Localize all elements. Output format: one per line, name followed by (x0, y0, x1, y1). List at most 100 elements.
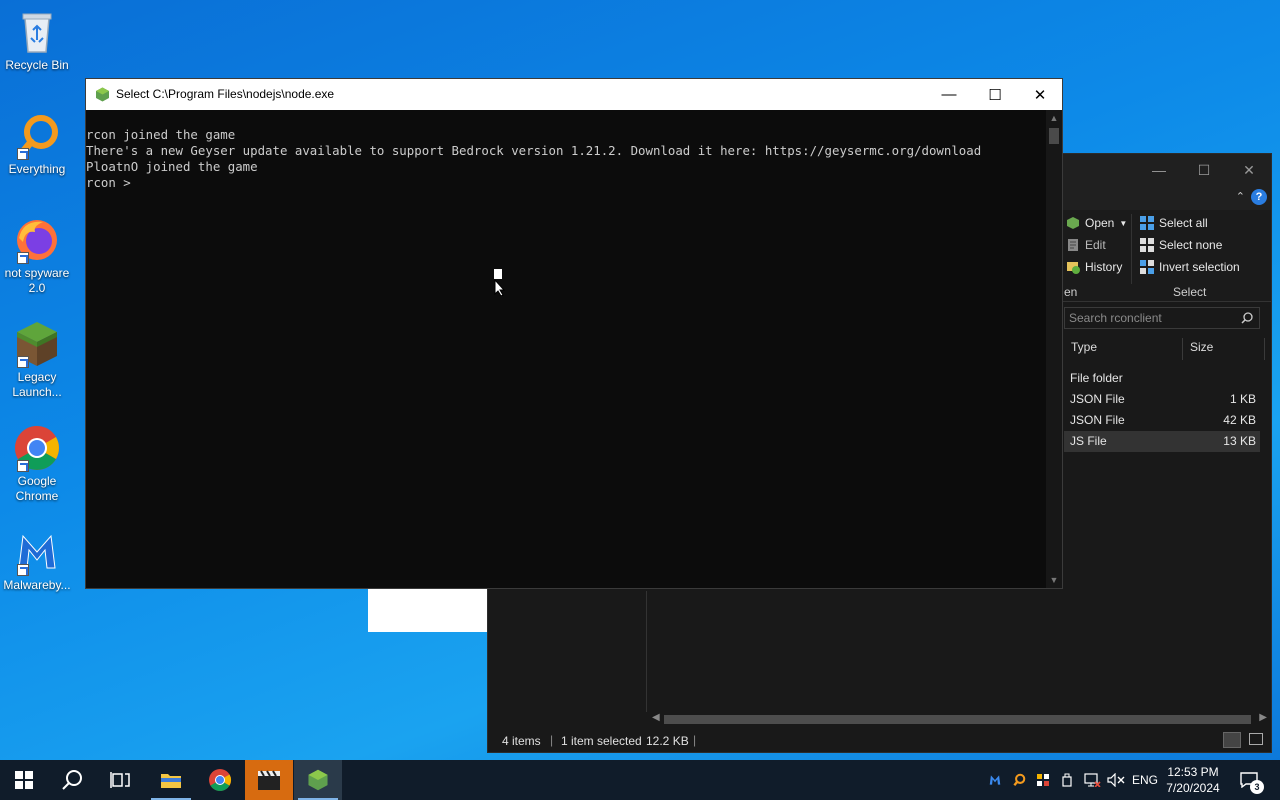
collapse-ribbon-chevron-icon[interactable]: ⌃ (1236, 190, 1245, 203)
search-input[interactable]: Search rconclient (1064, 307, 1260, 329)
close-icon[interactable]: ✕ (1226, 154, 1272, 186)
clapperboard-icon (258, 770, 280, 790)
console-prompt: rcon > (86, 175, 139, 190)
desktop-icon-recycle-bin[interactable]: Recycle Bin (2, 8, 72, 73)
edit-label: Edit (1085, 238, 1106, 252)
file-row-selected[interactable]: JS File 13 KB (1064, 431, 1260, 452)
large-icons-view-icon[interactable] (1249, 733, 1263, 745)
open-button[interactable]: Open ▼ (1066, 216, 1127, 230)
node-console-window[interactable]: Select C:\Program Files\nodejs\node.exe … (85, 78, 1063, 589)
background-window-fragment (368, 588, 488, 632)
minimize-icon[interactable]: — (926, 79, 972, 110)
minecraft-grass-block-icon (13, 320, 61, 368)
column-header-size[interactable]: Size (1190, 340, 1213, 360)
search-icon (1241, 312, 1253, 324)
file-row[interactable]: JSON File 42 KB (1064, 410, 1260, 431)
scrollbar-thumb[interactable] (664, 715, 1251, 724)
scroll-left-icon[interactable]: ◀ (652, 712, 660, 723)
maximize-icon[interactable]: ☐ (972, 79, 1018, 110)
file-type: File folder (1070, 371, 1123, 385)
history-button[interactable]: History (1066, 260, 1122, 274)
column-divider[interactable] (1264, 338, 1265, 360)
shortcut-arrow-icon (17, 148, 29, 160)
usb-tray-icon[interactable] (1058, 760, 1076, 800)
desktop-icon-everything[interactable]: Everything (2, 112, 72, 177)
file-size: 42 KB (1223, 413, 1256, 427)
file-type: JSON File (1070, 413, 1125, 427)
desktop-icon-firefox[interactable]: not spyware 2.0 (2, 216, 72, 296)
desktop-icon-label: Recycle Bin (5, 58, 69, 72)
clock[interactable]: 12:53 PM 7/20/2024 (1158, 764, 1228, 796)
desktop-icon-label: Legacy Launch... (12, 370, 62, 399)
chrome-icon (13, 424, 61, 472)
input-language[interactable]: ENG (1130, 760, 1160, 800)
taskbar-chrome[interactable] (196, 760, 244, 800)
console-vertical-scrollbar[interactable]: ▲ ▼ (1046, 110, 1062, 588)
desktop-icon-malwarebytes[interactable]: Malwareby... (2, 528, 72, 593)
dropdown-arrow-icon: ▼ (1119, 218, 1128, 228)
notification-center-button[interactable]: 3 (1234, 760, 1264, 800)
nodejs-icon (308, 769, 328, 791)
notification-count-badge: 3 (1250, 780, 1264, 794)
taskbar-clapperboard-app[interactable] (245, 760, 293, 800)
select-all-label: Select all (1159, 216, 1208, 230)
shortcut-arrow-icon (17, 252, 29, 264)
invert-selection-button[interactable]: Invert selection (1140, 260, 1240, 274)
shortcut-arrow-icon (17, 564, 29, 576)
file-row[interactable]: JSON File 1 KB (1064, 389, 1260, 410)
windows-logo-icon (15, 771, 33, 789)
task-view-button[interactable] (96, 760, 144, 800)
volume-muted-icon[interactable] (1106, 760, 1126, 800)
scroll-up-icon[interactable]: ▲ (1046, 110, 1062, 126)
scrollbar-thumb[interactable] (1049, 128, 1059, 144)
status-selected-size: 12.2 KB (646, 734, 689, 748)
help-icon[interactable]: ? (1251, 189, 1267, 205)
malwarebytes-tray-icon[interactable] (986, 760, 1004, 800)
close-icon[interactable]: ✕ (1017, 79, 1063, 110)
search-button[interactable] (48, 760, 96, 800)
minimize-icon[interactable]: — (1136, 154, 1182, 186)
taskbar-nodejs[interactable] (294, 760, 342, 800)
desktop-icon-label: Everything (8, 162, 66, 176)
invert-selection-icon (1140, 260, 1154, 274)
select-all-button[interactable]: Select all (1140, 216, 1208, 230)
security-tray-icon[interactable] (1034, 760, 1052, 800)
status-separator: | (550, 733, 554, 747)
nodejs-icon (96, 87, 109, 102)
open-icon (1067, 217, 1079, 229)
edit-icon (1068, 239, 1078, 251)
status-separator: | (693, 733, 697, 747)
console-titlebar[interactable]: Select C:\Program Files\nodejs\node.exe … (86, 79, 1062, 110)
history-icon (1067, 262, 1080, 274)
everything-tray-icon[interactable] (1010, 760, 1028, 800)
file-size: 13 KB (1223, 434, 1256, 448)
edit-button[interactable]: Edit (1066, 238, 1106, 252)
scroll-right-icon[interactable]: ▶ (1259, 712, 1267, 723)
horizontal-scrollbar[interactable]: ◀ ▶ (648, 712, 1271, 726)
select-all-icon (1140, 216, 1154, 230)
column-header-type[interactable]: Type (1071, 340, 1097, 360)
desktop-icon-label: Google Chrome (15, 474, 59, 503)
desktop-icon-label: Malwareby... (3, 578, 71, 592)
start-button[interactable] (0, 760, 48, 800)
file-type: JSON File (1070, 392, 1125, 406)
file-row[interactable]: File folder (1064, 368, 1260, 389)
ribbon-divider (1131, 214, 1132, 284)
desktop-icon-google-chrome[interactable]: Google Chrome (2, 424, 72, 504)
network-tray-icon[interactable] (1082, 760, 1102, 800)
column-divider[interactable] (1182, 338, 1183, 360)
malwarebytes-icon (13, 528, 61, 576)
file-type: JS File (1070, 434, 1107, 448)
everything-search-icon (13, 112, 61, 160)
desktop-icon-legacy-launcher[interactable]: Legacy Launch... (2, 320, 72, 400)
history-label: History (1085, 260, 1123, 274)
maximize-icon[interactable]: ☐ (1181, 154, 1227, 186)
firefox-icon (13, 216, 61, 264)
taskbar-file-explorer[interactable] (147, 760, 195, 800)
scroll-down-icon[interactable]: ▼ (1046, 572, 1062, 588)
navigation-pane-divider[interactable] (646, 591, 647, 712)
console-output[interactable]: rcon joined the game There's a new Geyser… (86, 110, 1046, 588)
details-view-icon[interactable] (1223, 732, 1241, 748)
select-none-button[interactable]: Select none (1140, 238, 1222, 252)
taskbar: ENG 12:53 PM 7/20/2024 3 (0, 760, 1280, 800)
